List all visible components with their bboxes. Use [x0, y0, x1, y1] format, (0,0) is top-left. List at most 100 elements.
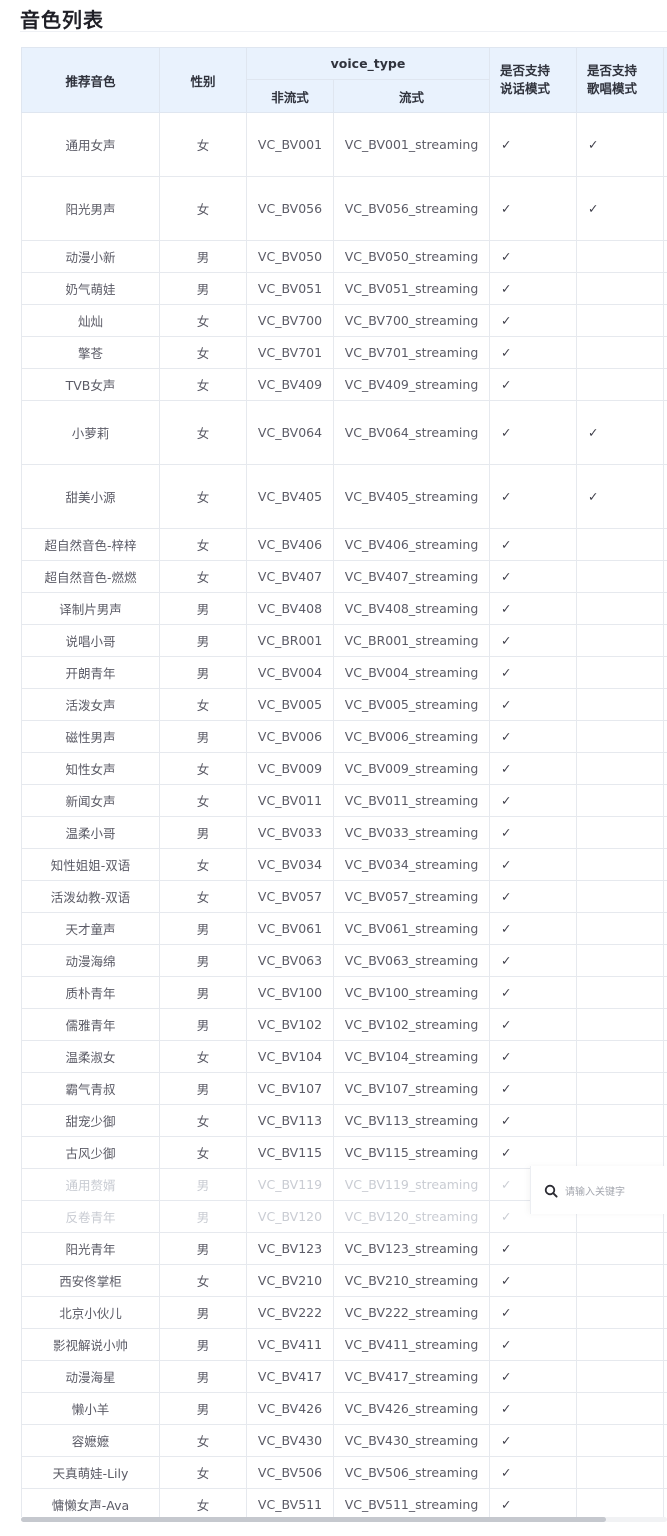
cell-gender: 女 — [159, 336, 247, 369]
cell-sing-mode — [576, 1072, 664, 1105]
cell-name: 影视解说小帅 — [21, 1328, 160, 1361]
cell-streaming-id: VC_BV113_streaming — [333, 1104, 490, 1137]
cell-voice-id: VC_BV004 — [246, 656, 334, 689]
cell-sing-mode — [576, 240, 664, 273]
cell-voice-id: VC_BV107 — [246, 1072, 334, 1105]
cell-sing-mode — [576, 1232, 664, 1265]
cell-gender: 女 — [159, 1456, 247, 1489]
cell-speak-mode: ✓ — [489, 688, 577, 721]
header-speak-mode-label: 是否支持 说话模式 — [500, 63, 551, 96]
cell-extra — [663, 880, 667, 913]
search-icon[interactable] — [544, 1183, 558, 1198]
cell-voice-id: VC_BV210 — [246, 1264, 334, 1297]
cell-streaming-id: VC_BV430_streaming — [333, 1424, 490, 1457]
cell-name: 阳光青年 — [21, 1232, 160, 1265]
cell-sing-mode — [576, 560, 664, 593]
table-row: 古风少御女 VC_BV115 VC_BV115_streaming ✓ — [21, 1136, 667, 1169]
table-row: 奶气萌娃男 VC_BV051 VC_BV051_streaming ✓ — [21, 272, 667, 305]
cell-name: 古风少御 — [21, 1136, 160, 1169]
cell-gender: 男 — [159, 1232, 247, 1265]
cell-extra — [663, 1008, 667, 1041]
cell-name: 甜美小源 — [21, 464, 160, 529]
cell-sing-mode — [576, 624, 664, 657]
cell-streaming-id: VC_BV034_streaming — [333, 848, 490, 881]
cell-streaming-id: VC_BV006_streaming — [333, 720, 490, 753]
cell-voice-id: VC_BV408 — [246, 592, 334, 625]
cell-streaming-id: VC_BV417_streaming — [333, 1360, 490, 1393]
table-row: 小萝莉女 VC_BV064 VC_BV064_streaming ✓ ✓ — [21, 400, 667, 465]
cell-voice-id: VC_BV102 — [246, 1008, 334, 1041]
cell-name: 天才童声 — [21, 912, 160, 945]
cell-name: 开朗青年 — [21, 656, 160, 689]
cell-streaming-id: VC_BV061_streaming — [333, 912, 490, 945]
cell-speak-mode: ✓ — [489, 592, 577, 625]
cell-voice-id: VC_BV005 — [246, 688, 334, 721]
voice-table-container[interactable]: 推荐音色 性别 voice_type 是否支持 说话模式 是否支持 歌唱模式 非流式… — [21, 47, 667, 1517]
cell-streaming-id: VC_BV004_streaming — [333, 656, 490, 689]
cell-gender: 女 — [159, 784, 247, 817]
cell-speak-mode: ✓ — [489, 944, 577, 977]
cell-name: 通用女声 — [21, 112, 160, 177]
cell-speak-mode: ✓ — [489, 464, 577, 529]
cell-streaming-id: VC_BV051_streaming — [333, 272, 490, 305]
cell-extra — [663, 1104, 667, 1137]
cell-speak-mode: ✓ — [489, 528, 577, 561]
table-row: 知性女声女 VC_BV009 VC_BV009_streaming ✓ — [21, 752, 667, 785]
table-row: 磁性男声男 VC_BV006 VC_BV006_streaming ✓ — [21, 720, 667, 753]
cell-extra — [663, 368, 667, 401]
cell-gender: 女 — [159, 688, 247, 721]
cell-speak-mode: ✓ — [489, 720, 577, 753]
cell-streaming-id: VC_BV115_streaming — [333, 1136, 490, 1169]
cell-streaming-id: VC_BV005_streaming — [333, 688, 490, 721]
scrollbar-thumb[interactable] — [21, 1517, 606, 1522]
cell-extra — [663, 560, 667, 593]
cell-voice-id: VC_BV001 — [246, 112, 334, 177]
cell-sing-mode — [576, 336, 664, 369]
cell-streaming-id: VC_BV107_streaming — [333, 1072, 490, 1105]
cell-streaming-id: VC_BV406_streaming — [333, 528, 490, 561]
cell-streaming-id: VC_BV104_streaming — [333, 1040, 490, 1073]
table-row: 通用女声女 VC_BV001 VC_BV001_streaming ✓ ✓ — [21, 112, 667, 177]
search-placeholder[interactable]: 请输入关键字 — [565, 1183, 625, 1198]
table-row: 擎苍女 VC_BV701 VC_BV701_streaming ✓ — [21, 336, 667, 369]
cell-streaming-id: VC_BV411_streaming — [333, 1328, 490, 1361]
cell-speak-mode: ✓ — [489, 1456, 577, 1489]
cell-name: 温柔小哥 — [21, 816, 160, 849]
cell-extra — [663, 1328, 667, 1361]
table-row: 阳光青年男 VC_BV123 VC_BV123_streaming ✓ — [21, 1232, 667, 1265]
cell-voice-id: VC_BV409 — [246, 368, 334, 401]
cell-sing-mode — [576, 944, 664, 977]
cell-voice-id: VC_BV407 — [246, 560, 334, 593]
cell-sing-mode — [576, 656, 664, 689]
cell-name: 西安佟掌柜 — [21, 1264, 160, 1297]
header-speak-mode: 是否支持 说话模式 — [489, 47, 577, 113]
cell-speak-mode: ✓ — [489, 816, 577, 849]
cell-name: 说唱小哥 — [21, 624, 160, 657]
header-sing-mode-label: 是否支持 歌唱模式 — [587, 63, 638, 96]
table-row: 北京小伙儿男 VC_BV222 VC_BV222_streaming ✓ — [21, 1296, 667, 1329]
cell-streaming-id: VC_BV119_streaming — [333, 1168, 490, 1201]
table-row: 影视解说小帅男 VC_BV411 VC_BV411_streaming ✓ — [21, 1328, 667, 1361]
cell-speak-mode: ✓ — [489, 272, 577, 305]
cell-extra — [663, 336, 667, 369]
cell-speak-mode: ✓ — [489, 1296, 577, 1329]
cell-sing-mode — [576, 880, 664, 913]
cell-sing-mode — [576, 816, 664, 849]
cell-voice-id: VC_BV057 — [246, 880, 334, 913]
cell-gender: 女 — [159, 880, 247, 913]
table-row: 超自然音色-梓梓女 VC_BV406 VC_BV406_streaming ✓ — [21, 528, 667, 561]
cell-extra — [663, 976, 667, 1009]
header-streaming: 流式 — [333, 79, 490, 113]
cell-gender: 男 — [159, 1200, 247, 1233]
search-box[interactable]: 请输入关键字 — [530, 1166, 667, 1214]
cell-voice-id: VC_BV120 — [246, 1200, 334, 1233]
table-row: 灿灿女 VC_BV700 VC_BV700_streaming ✓ — [21, 304, 667, 337]
cell-extra — [663, 1040, 667, 1073]
cell-name: 慵懒女声-Ava — [21, 1488, 160, 1517]
cell-extra — [663, 1488, 667, 1517]
cell-speak-mode: ✓ — [489, 1040, 577, 1073]
horizontal-scrollbar[interactable] — [21, 1517, 667, 1522]
cell-extra — [663, 1264, 667, 1297]
cell-extra — [663, 1456, 667, 1489]
table-row: 活泼幼教-双语女 VC_BV057 VC_BV057_streaming ✓ — [21, 880, 667, 913]
